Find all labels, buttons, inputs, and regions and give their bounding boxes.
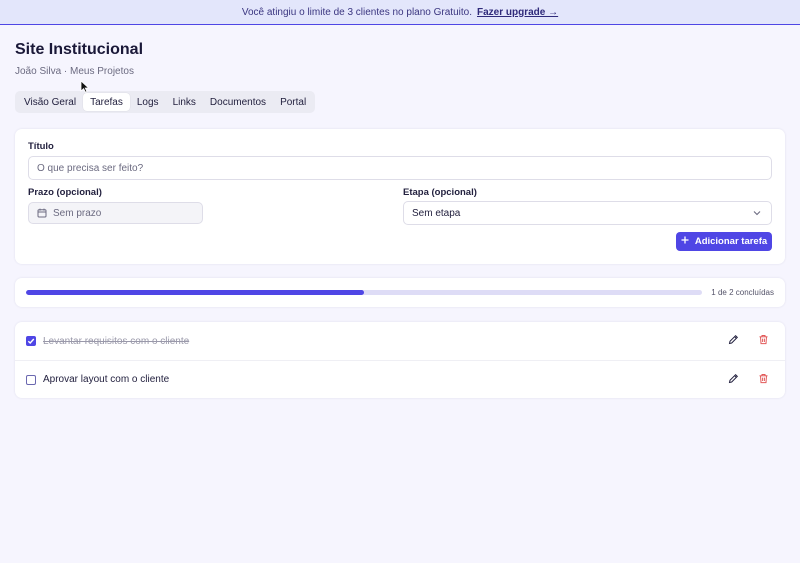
- edit-task-button[interactable]: [726, 334, 740, 348]
- task-text: Levantar requisitos com o cliente: [43, 335, 190, 347]
- progress-label: 1 de 2 concluídas: [711, 288, 774, 297]
- pencil-icon: [728, 332, 739, 350]
- due-date-picker[interactable]: Sem prazo: [28, 202, 203, 224]
- trash-icon: [758, 332, 769, 350]
- banner-message: Você atingiu o limite de 3 clientes no p…: [241, 6, 472, 18]
- calendar-icon: [37, 208, 47, 218]
- delete-task-button[interactable]: [756, 373, 770, 387]
- stage-select[interactable]: Sem etapa: [403, 201, 772, 225]
- stage-value: Sem etapa: [412, 207, 461, 219]
- tab-visao-geral[interactable]: Visão Geral: [17, 93, 83, 111]
- progress-fill: [26, 290, 364, 295]
- plus-icon: [681, 236, 689, 247]
- project-header: Site Institucional João Silva · Meus Pro…: [15, 41, 143, 77]
- trash-icon: [758, 371, 769, 389]
- stage-label: Etapa (opcional): [403, 187, 477, 198]
- breadcrumb: João Silva · Meus Projetos: [15, 66, 134, 77]
- new-task-form: Título Prazo (opcional) Sem prazo Etapa …: [15, 129, 785, 264]
- edit-task-button[interactable]: [726, 373, 740, 387]
- progress-card: 1 de 2 concluídas: [15, 278, 785, 307]
- pencil-icon: [728, 371, 739, 389]
- title-field-wrapper: [28, 156, 772, 180]
- tab-tarefas[interactable]: Tarefas: [83, 93, 130, 111]
- delete-task-button[interactable]: [756, 334, 770, 348]
- tab-logs[interactable]: Logs: [130, 93, 166, 111]
- upgrade-link[interactable]: Fazer upgrade →: [477, 7, 558, 18]
- page-title: Site Institucional: [15, 41, 144, 58]
- progress-track: [26, 290, 702, 295]
- title-label: Título: [28, 141, 54, 152]
- task-list: Levantar requisitos com o cliente Aprova…: [15, 322, 785, 398]
- due-date-label: Prazo (opcional): [28, 187, 102, 198]
- tab-portal[interactable]: Portal: [273, 93, 313, 111]
- mouse-cursor-icon: [80, 80, 90, 98]
- task-checkbox[interactable]: [26, 374, 36, 385]
- upgrade-banner: Você atingiu o limite de 3 clientes no p…: [0, 0, 800, 25]
- add-task-label: Adicionar tarefa: [694, 236, 768, 247]
- task-checkbox[interactable]: [26, 336, 36, 346]
- due-date-value: Sem prazo: [53, 207, 102, 219]
- project-tabs: Visão Geral Tarefas Logs Links Documento…: [15, 91, 316, 113]
- task-text: Aprovar layout com o cliente: [43, 374, 170, 385]
- tab-documentos[interactable]: Documentos: [203, 93, 273, 111]
- title-input[interactable]: [37, 162, 771, 174]
- tab-links[interactable]: Links: [166, 93, 203, 111]
- add-task-button[interactable]: Adicionar tarefa: [676, 232, 772, 251]
- check-icon: [27, 332, 35, 350]
- task-row: Levantar requisitos com o cliente: [15, 322, 785, 360]
- task-row: Aprovar layout com o cliente: [15, 360, 785, 398]
- chevron-down-icon: [753, 208, 761, 219]
